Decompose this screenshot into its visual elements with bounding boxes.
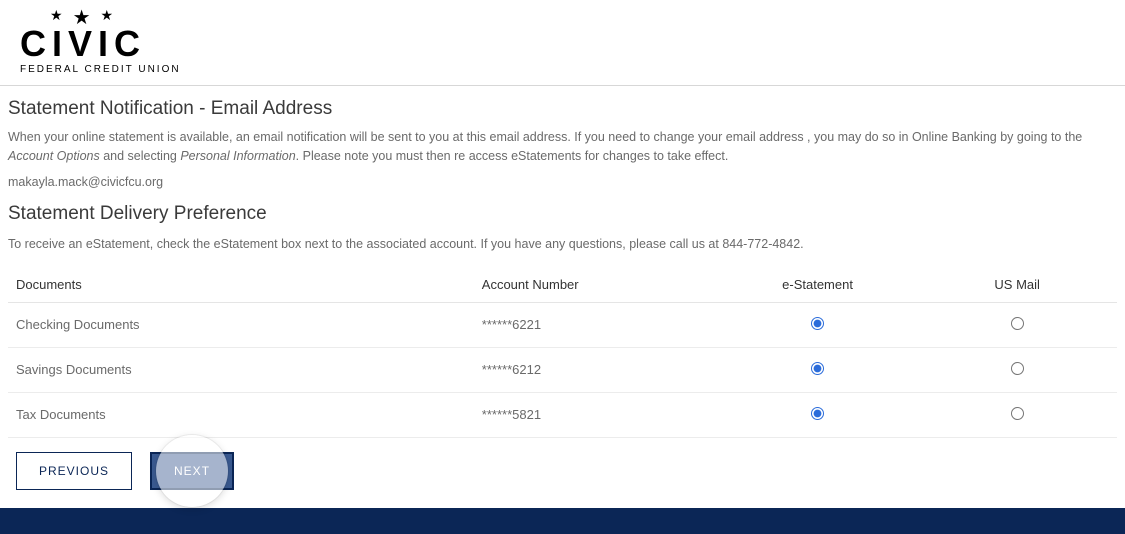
brand-subtitle: FEDERAL CREDIT UNION — [20, 64, 181, 75]
next-button[interactable]: NEXT — [150, 452, 234, 490]
notification-italic-2: Personal Information — [180, 149, 295, 163]
next-button-highlight: NEXT — [150, 452, 234, 490]
th-documents: Documents — [8, 267, 474, 303]
cell-account: ******6221 — [474, 302, 718, 347]
star-icon: ★ — [50, 8, 63, 22]
previous-button[interactable]: PREVIOUS — [16, 452, 132, 490]
button-row: PREVIOUS NEXT — [8, 438, 1117, 508]
notification-heading: Statement Notification - Email Address — [8, 98, 1117, 120]
table-row: Tax Documents ******5821 — [8, 392, 1117, 437]
radio-estatement[interactable] — [811, 362, 824, 375]
delivery-table: Documents Account Number e-Statement US … — [8, 267, 1117, 438]
content: Statement Notification - Email Address W… — [0, 86, 1125, 507]
table-header-row: Documents Account Number e-Statement US … — [8, 267, 1117, 303]
radio-usmail[interactable] — [1011, 362, 1024, 375]
radio-usmail[interactable] — [1011, 317, 1024, 330]
notification-body-mid: and selecting — [100, 149, 181, 163]
table-row: Savings Documents ******6212 — [8, 347, 1117, 392]
header: ★ ★ ★ CIVIC FEDERAL CREDIT UNION — [0, 0, 1125, 85]
radio-estatement[interactable] — [811, 407, 824, 420]
page-root: ★ ★ ★ CIVIC FEDERAL CREDIT UNION Stateme… — [0, 0, 1125, 534]
notification-email: makayla.mack@civicfcu.org — [8, 175, 1117, 189]
delivery-heading: Statement Delivery Preference — [8, 203, 1117, 225]
th-account-number: Account Number — [474, 267, 718, 303]
cell-document: Savings Documents — [8, 347, 474, 392]
star-icon: ★ — [101, 8, 114, 22]
notification-italic-1: Account Options — [8, 149, 100, 163]
brand-word: CIVIC — [20, 28, 146, 60]
delivery-body: To receive an eStatement, check the eSta… — [8, 235, 1117, 253]
brand-logo: ★ ★ ★ CIVIC FEDERAL CREDIT UNION — [20, 8, 1105, 75]
footer-band — [0, 508, 1125, 534]
radio-usmail[interactable] — [1011, 407, 1024, 420]
th-e-statement: e-Statement — [718, 267, 918, 303]
notification-body: When your online statement is available,… — [8, 128, 1117, 164]
cell-account: ******5821 — [474, 392, 718, 437]
table-row: Checking Documents ******6221 — [8, 302, 1117, 347]
cell-document: Checking Documents — [8, 302, 474, 347]
cell-document: Tax Documents — [8, 392, 474, 437]
notification-body-post: . Please note you must then re access eS… — [296, 149, 729, 163]
radio-estatement[interactable] — [811, 317, 824, 330]
notification-body-pre: When your online statement is available,… — [8, 130, 1082, 144]
cell-account: ******6212 — [474, 347, 718, 392]
th-us-mail: US Mail — [917, 267, 1117, 303]
